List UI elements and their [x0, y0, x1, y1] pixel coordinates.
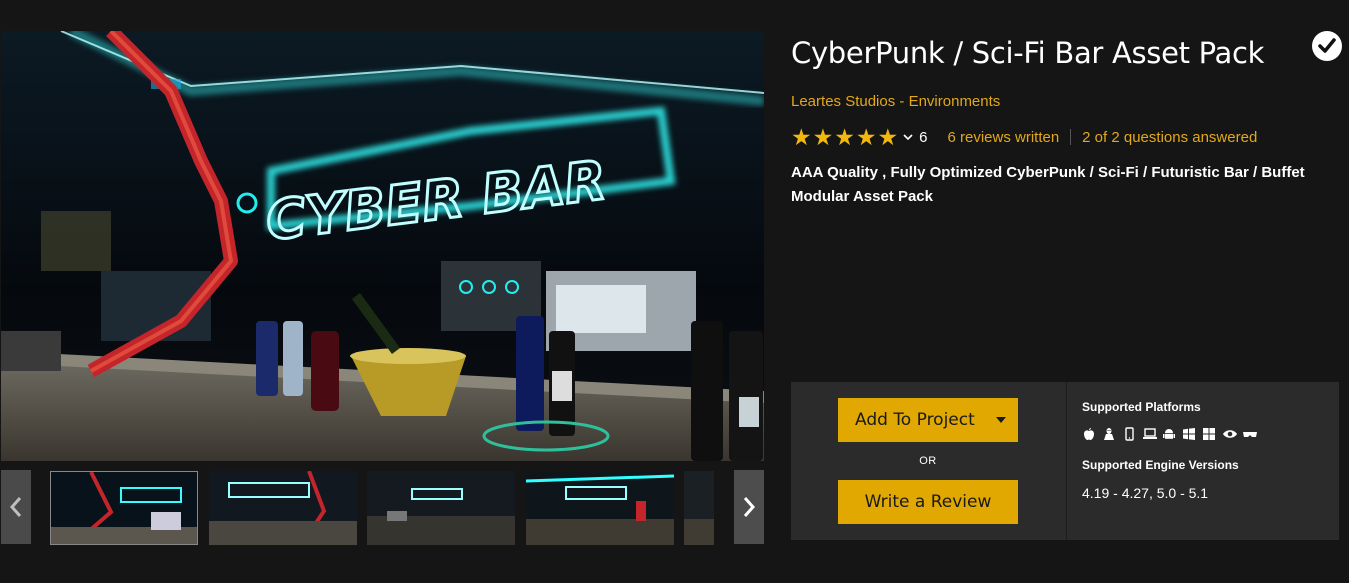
chevron-right-icon [743, 497, 756, 517]
star-icon: ★ [877, 124, 899, 150]
windows-icon [1182, 427, 1198, 441]
gallery-thumb[interactable] [209, 471, 357, 545]
byline: Leartes Studios - Environments [791, 93, 1000, 110]
owned-badge [1312, 31, 1342, 61]
platform-icons [1082, 427, 1258, 441]
gallery-thumb[interactable] [50, 471, 198, 545]
divider [1070, 129, 1072, 145]
android-icon [1162, 427, 1178, 441]
thumbnail-strip [1, 466, 764, 546]
platforms-heading: Supported Platforms [1082, 400, 1201, 414]
category-link[interactable]: Environments [909, 93, 1001, 110]
star-icon: ★ [791, 124, 812, 150]
product-description: AAA Quality , Fully Optimized CyberPunk … [791, 164, 1305, 205]
engine-versions-heading: Supported Engine Versions [1082, 458, 1239, 472]
vr-eye-icon [1222, 427, 1238, 441]
panel-divider [1066, 382, 1067, 540]
linux-icon [1102, 427, 1118, 441]
or-label: OR [919, 455, 937, 467]
purchase-panel: Add To Project OR Write a Review Support… [791, 382, 1339, 540]
star-rating[interactable]: ★ ★ ★ ★ ★ [791, 124, 899, 150]
gallery-thumb[interactable] [684, 471, 714, 545]
rating-count: 6 [919, 128, 928, 146]
write-review-button[interactable]: Write a Review [838, 480, 1018, 524]
star-icon: ★ [834, 124, 855, 150]
add-to-project-button[interactable]: Add To Project [838, 398, 1018, 442]
chevron-down-icon[interactable] [903, 133, 913, 141]
engine-versions-value: 4.19 - 4.27, 5.0 - 5.1 [1082, 485, 1209, 501]
product-title: CyberPunk / Sci-Fi Bar Asset Pack [791, 36, 1265, 70]
apple-icon [1082, 427, 1098, 441]
gallery-next-button[interactable] [734, 470, 764, 544]
reviews-link[interactable]: 6 reviews written [947, 129, 1059, 146]
gallery-thumb[interactable] [526, 471, 674, 545]
windows-store-icon [1202, 427, 1218, 441]
headset-icon [1242, 427, 1258, 441]
laptop-icon [1142, 427, 1158, 441]
gallery-prev-button[interactable] [1, 470, 31, 544]
caret-down-icon[interactable] [996, 417, 1006, 423]
star-icon: ★ [855, 124, 877, 150]
check-circle-icon [1318, 38, 1336, 53]
seller-link[interactable]: Leartes Studios [791, 93, 895, 110]
byline-separator: - [899, 93, 905, 110]
rating-row: ★ ★ ★ ★ ★ 6 6 reviews written 2 of 2 que… [791, 124, 1257, 150]
bar-scene-illustration: CYBER BAR [1, 31, 764, 461]
chevron-left-icon [9, 497, 22, 517]
gallery-thumb[interactable] [367, 471, 515, 545]
mobile-icon [1122, 427, 1138, 441]
hero-image[interactable]: CYBER BAR [1, 31, 764, 461]
add-to-project-label: Add To Project [855, 410, 975, 430]
questions-link[interactable]: 2 of 2 questions answered [1082, 129, 1257, 146]
star-icon: ★ [812, 124, 834, 150]
